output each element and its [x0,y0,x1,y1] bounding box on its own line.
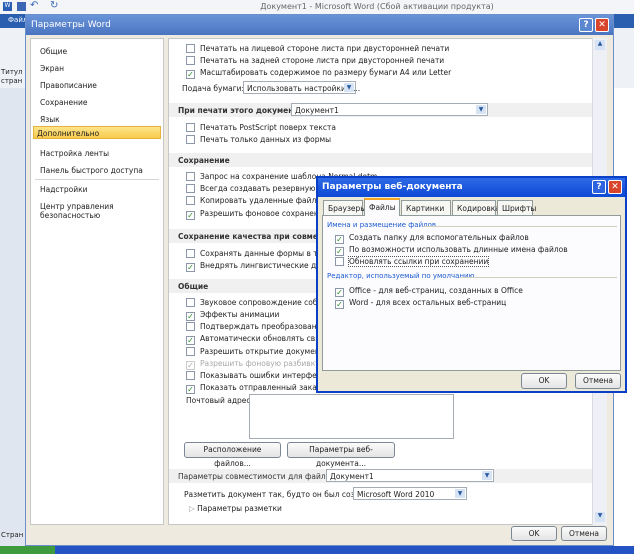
window-title: Документ1 - Microsoft Word (Сбой активац… [260,2,494,11]
options-nav: Общие Экран Правописание Сохранение Язык… [30,38,164,525]
group-label: Имена и размещение файлов [327,221,436,229]
option-checkbox[interactable]: Обновлять ссылки при сохранении [335,256,490,267]
nav-language[interactable]: Язык [33,111,161,127]
ribbon-label[interactable]: стран [1,77,22,85]
option-checkbox[interactable]: ✓ Office - для веб-страниц, созданных в O… [335,286,523,297]
close-icon[interactable]: ✕ [608,180,622,194]
web-cancel-button[interactable]: Отмена [575,373,621,389]
scroll-up-icon[interactable]: ▲ [595,40,605,50]
group-divider [459,277,617,278]
group-label: Редактор, используемый по умолчанию [327,272,475,280]
option-checkbox[interactable]: Печатать на лицевой стороне листа при дв… [186,44,449,53]
ribbon-label[interactable]: Титул [1,68,23,76]
option-checkbox[interactable]: ✓ Эффекты анимации [186,310,279,321]
section-header: Сохранение [169,153,592,167]
option-checkbox[interactable]: Печать только данных из формы [186,135,331,144]
option-checkbox[interactable]: Печатать PostScript поверх текста [186,123,336,132]
layout-label: Разметить документ так, будто он был соз… [184,490,379,499]
web-options-dialog: Параметры веб-документа ? ✕ Браузеры Фай… [316,176,627,393]
layout-options-expander[interactable]: ▷ Параметры разметки [189,504,282,513]
nav-trust-center[interactable]: Центр управления безопасностью [33,198,161,220]
tab-encoding[interactable]: Кодировка [452,200,500,215]
dialog-title: Параметры Word [26,15,613,35]
option-checkbox[interactable]: ✓ По возможности использовать длинные име… [335,245,568,256]
start-button[interactable] [0,546,55,554]
print-doc-select[interactable]: Документ1 ▼ [291,103,488,116]
nav-divider [35,179,159,180]
option-checkbox[interactable]: Звуковое сопровождение событий [186,298,337,307]
status-text: Стран [1,531,24,539]
nav-proofing[interactable]: Правописание [33,77,161,93]
tab-browsers[interactable]: Браузеры [323,200,366,215]
web-ok-button[interactable]: OK [521,373,567,389]
dialog-title: Параметры веб-документа [318,178,625,197]
layout-version-select[interactable]: Microsoft Word 2010 ▼ [353,487,467,500]
group-divider [423,226,617,227]
chevron-down-icon: ▼ [344,83,354,92]
file-locations-button[interactable]: Расположение файлов... [184,442,281,468]
mail-address-label: Почтовый адрес: [186,396,254,405]
word-title-bar: W ↶ ↻ Документ1 - Microsoft Word (Сбой а… [0,0,634,14]
paper-feed-select[interactable]: Использовать настройки п... ▼ [243,81,360,94]
nav-advanced[interactable]: Дополнительно [33,126,161,139]
tab-files[interactable]: Файлы [364,198,400,216]
mail-address-input[interactable] [249,394,454,439]
tab-fonts[interactable]: Шрифты [497,200,536,215]
help-icon[interactable]: ? [579,18,593,32]
ok-button[interactable]: OK [511,526,557,541]
close-icon[interactable]: ✕ [595,18,609,32]
chevron-down-icon: ▼ [476,105,486,114]
option-checkbox[interactable]: ✓ Создать папку для вспомогательных файло… [335,233,529,244]
option-checkbox[interactable]: ✓ Word - для всех остальных веб-страниц [335,298,506,309]
scroll-down-icon[interactable]: ▼ [595,512,605,522]
chevron-down-icon: ▼ [455,489,465,498]
compat-file-select[interactable]: Документ1 ▼ [326,469,494,482]
option-checkbox[interactable]: ✓ Масштабировать содержимое по размеру бу… [186,68,451,79]
help-icon[interactable]: ? [592,180,606,194]
chevron-down-icon: ▼ [482,471,492,480]
expand-icon: ▷ [189,504,198,513]
option-checkbox[interactable]: Печатать на задней стороне листа при дву… [186,56,444,65]
nav-display[interactable]: Экран [33,60,161,76]
nav-addins[interactable]: Надстройки [33,181,161,197]
cancel-button[interactable]: Отмена [561,526,607,541]
nav-customize-ribbon[interactable]: Настройка ленты [33,145,161,161]
option-checkbox[interactable]: ✓ Разрешить фоновое сохранение [186,209,328,220]
vertical-ruler: Стран [0,88,25,546]
tab-pictures[interactable]: Картинки [401,200,451,215]
taskbar [0,546,634,554]
files-tab-panel: Имена и размещение файлов ✓ Создать папку… [322,215,621,371]
nav-general[interactable]: Общие [33,43,161,59]
paper-feed-label: Подача бумаги: [182,84,245,93]
web-options-button[interactable]: Параметры веб-документа... [287,442,395,468]
nav-save[interactable]: Сохранение [33,94,161,110]
nav-quick-access[interactable]: Панель быстрого доступа [33,162,161,178]
